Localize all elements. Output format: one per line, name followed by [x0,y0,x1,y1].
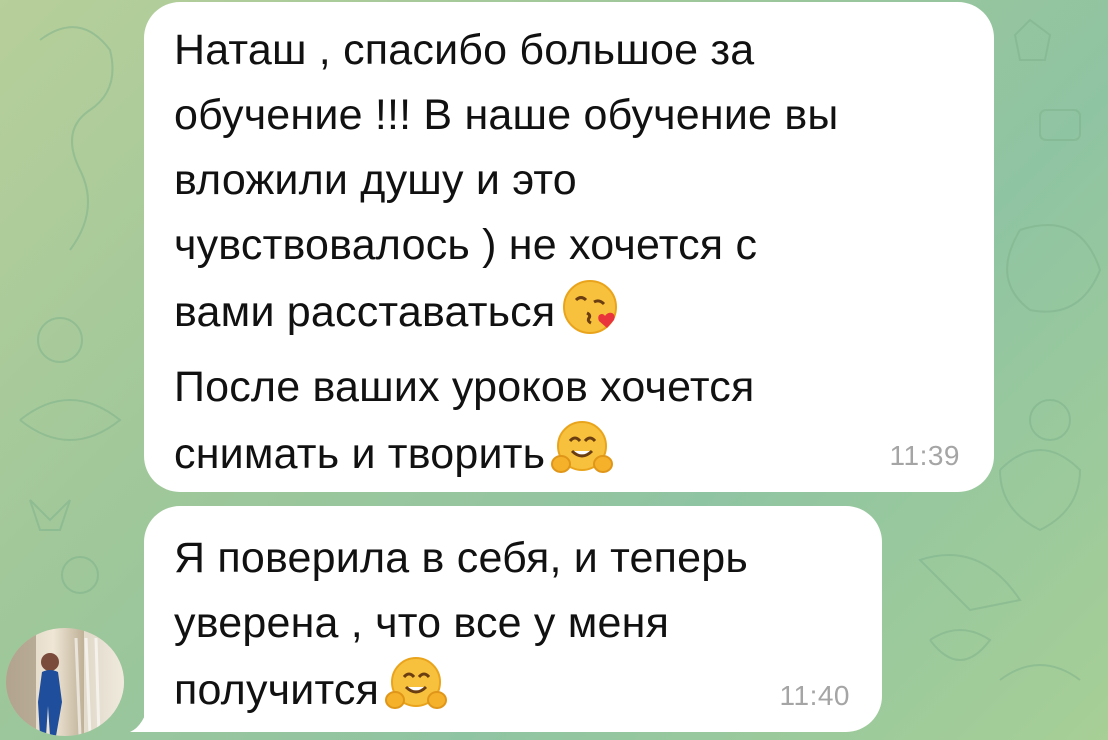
message-timestamp: 11:39 [889,440,960,471]
hugging-face-emoji-icon [551,420,614,497]
wallpaper-doodle [19,399,122,441]
message-bubble-incoming[interactable]: Наташ , спасибо большое за обучение !!! … [144,2,994,492]
message-line: уверена , что все у меня [174,599,670,647]
wallpaper-doodle [29,499,71,531]
hugging-face-emoji-icon [385,656,448,733]
wallpaper-doodle [37,317,83,363]
message-line: чувствовалось ) не хочется с [174,221,758,269]
message-line-text: снимать и творить [174,430,546,478]
wallpaper-doodle [1006,224,1102,313]
message-line: вложили душу и это [174,156,577,204]
wallpaper-doodle [39,26,114,251]
sender-avatar[interactable] [6,628,124,736]
message-line-with-emoji: получится [174,656,748,733]
message-line: Наташ , спасибо большое за [174,26,755,74]
bubble-tail [130,700,166,732]
wallpaper-doodle [918,554,1022,612]
message-line-text: получится [174,666,380,714]
wallpaper-doodle [1029,399,1071,441]
message-timestamp: 11:40 [779,680,850,711]
message-line: Я поверила в себя, и теперь [174,534,748,582]
message-bubble-incoming[interactable]: Я поверила в себя, и теперь уверена , чт… [144,506,882,732]
message-text: Наташ , спасибо большое за обучение !!! … [174,18,838,497]
wallpaper-doodle [929,629,992,661]
message-text: Я поверила в себя, и теперь уверена , чт… [174,526,748,733]
message-line: обучение !!! В наше обучение вы [174,91,839,139]
message-line-text: вами расставаться [174,288,556,336]
wallpaper-doodle [999,664,1081,681]
wallpaper-doodle [1039,109,1081,141]
wallpaper-doodle [61,556,99,594]
kissing-heart-emoji-icon [561,278,619,355]
avatar-photo-icon [6,628,124,736]
wallpaper-doodle [999,449,1082,532]
message-line-with-emoji: снимать и творить [174,420,838,497]
wallpaper-doodle [1013,18,1052,61]
message-line: После ваших уроков хочется [174,363,755,411]
message-line-with-emoji: вами расставаться [174,278,838,355]
